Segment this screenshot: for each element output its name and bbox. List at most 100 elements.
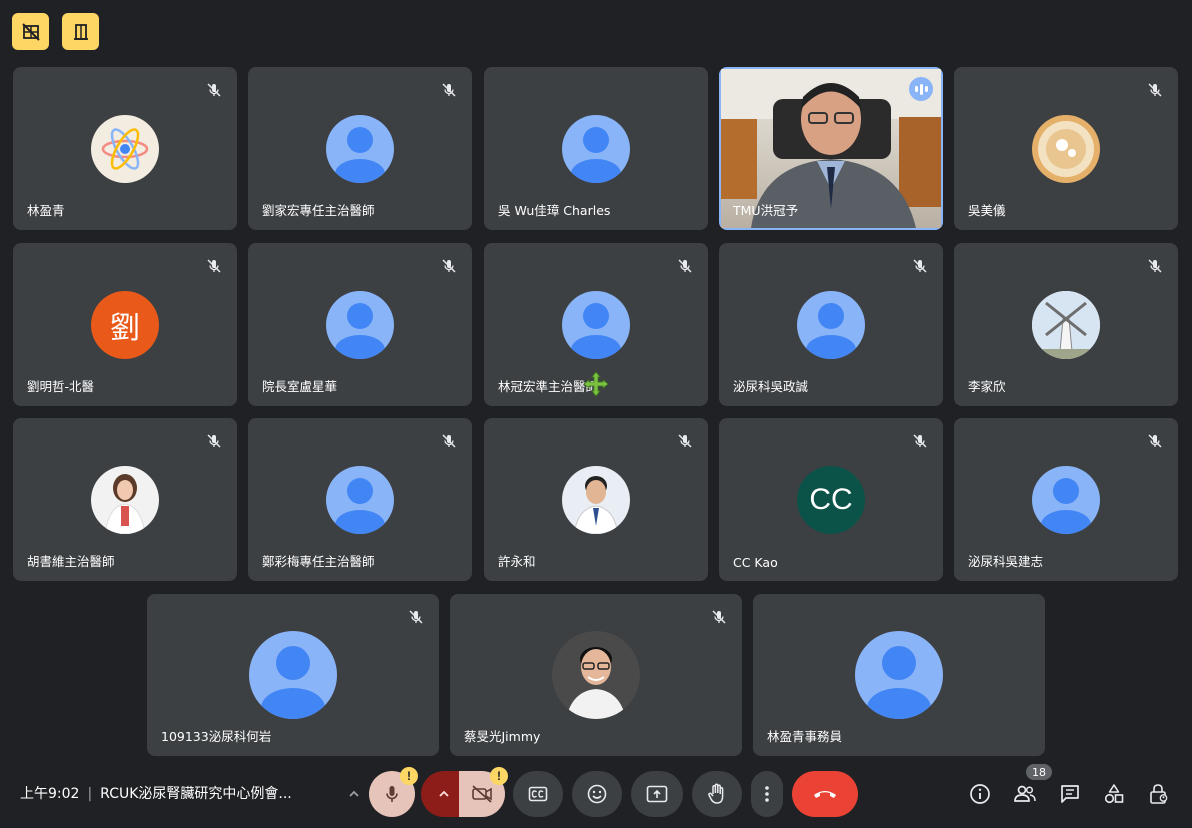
participant-tile[interactable]: 蔡旻光Jimmy: [450, 594, 742, 756]
participant-tile[interactable]: 林冠宏準主治醫師: [484, 243, 708, 406]
mic-off-icon: [438, 430, 460, 452]
people-icon: [1014, 785, 1036, 802]
chevron-up-icon: [439, 790, 449, 797]
participant-tile[interactable]: 胡書維主治醫師: [13, 418, 237, 581]
mic-off-icon: [909, 255, 931, 277]
default-avatar-icon: [326, 115, 394, 183]
participant-tile-active-speaker[interactable]: TMU洪冠予: [719, 67, 943, 230]
default-avatar-icon: [326, 466, 394, 534]
participant-tile[interactable]: 泌尿科吳政誠: [719, 243, 943, 406]
default-avatar-icon: [326, 291, 394, 359]
latte-avatar-icon: [1038, 121, 1094, 177]
default-avatar-icon: [855, 631, 943, 719]
avatar: [552, 631, 640, 719]
host-controls-button[interactable]: [1147, 782, 1171, 806]
avatar: [1032, 291, 1100, 359]
lock-person-icon: [1150, 784, 1168, 804]
letter-avatar: CC: [797, 466, 865, 534]
people-button[interactable]: [1013, 782, 1037, 806]
participant-name: 李家欣: [968, 379, 1006, 394]
participant-name: 院長室盧星華: [262, 379, 338, 394]
avatar: [91, 466, 159, 534]
letter-avatar: 劉: [91, 291, 159, 359]
hide-tiles-button[interactable]: [12, 13, 49, 50]
participant-name: 蔡旻光Jimmy: [464, 729, 541, 744]
meeting-title[interactable]: RCUK泌尿腎臟研究中心例會...: [100, 786, 292, 802]
mic-warning-badge: !: [400, 767, 418, 785]
participant-tile[interactable]: 吳 Wu佳璋 Charles: [484, 67, 708, 230]
avatar-initial: 劉: [110, 312, 140, 345]
door-icon: [73, 23, 88, 40]
default-avatar-icon: [1032, 466, 1100, 534]
participant-name: 鄭彩梅專任主治醫師: [262, 554, 375, 569]
separator: |: [87, 786, 93, 802]
participant-tile[interactable]: 劉家宏專任主治醫師: [248, 67, 472, 230]
move-cursor-icon: [583, 371, 609, 397]
participant-tile[interactable]: 泌尿科吳建志: [954, 418, 1178, 581]
chevron-up-icon: [349, 790, 359, 797]
mic-off-icon: [405, 606, 427, 628]
speaking-indicator-icon: [909, 77, 933, 101]
end-call-icon: [814, 791, 836, 798]
mic-off-icon: [1144, 255, 1166, 277]
present-screen-button[interactable]: [631, 771, 683, 817]
mic-off-icon: [438, 255, 460, 277]
hand-icon: [708, 783, 724, 804]
default-avatar-icon: [249, 631, 337, 719]
default-avatar-icon: [797, 291, 865, 359]
chat-icon: [1061, 785, 1079, 803]
participant-tile[interactable]: 院長室盧星華: [248, 243, 472, 406]
participant-tile[interactable]: 許永和: [484, 418, 708, 581]
leave-call-button[interactable]: [792, 771, 858, 817]
person-photo-icon: [573, 476, 619, 534]
more-vert-icon: [765, 786, 769, 802]
avatar: [1032, 115, 1100, 183]
participant-tile[interactable]: 鄭彩梅專任主治醫師: [248, 418, 472, 581]
participant-tile[interactable]: 吳美儀: [954, 67, 1178, 230]
meeting-time: 上午9:02: [20, 786, 80, 802]
mic-off-icon: [909, 430, 931, 452]
shapes-icon: [1104, 784, 1124, 804]
participant-tile[interactable]: 林盈青事務員: [753, 594, 1045, 756]
more-options-button[interactable]: [751, 771, 783, 817]
windmill-avatar-icon: [1032, 291, 1100, 359]
meeting-details-button[interactable]: [968, 782, 992, 806]
exit-door-button[interactable]: [62, 13, 99, 50]
captions-button[interactable]: [513, 771, 563, 817]
participant-name: 109133泌尿科何岩: [161, 729, 272, 744]
participant-name: 胡書維主治醫師: [27, 554, 115, 569]
participant-name: 泌尿科吳建志: [968, 554, 1044, 569]
chat-button[interactable]: [1058, 782, 1082, 806]
mic-off-icon: [203, 430, 225, 452]
activities-button[interactable]: [1102, 782, 1126, 806]
participant-tile[interactable]: CC CC Kao: [719, 418, 943, 581]
participant-name: 劉家宏專任主治醫師: [262, 203, 375, 218]
meeting-info: 上午9:02 | RCUK泌尿腎臟研究中心例會...: [20, 783, 292, 803]
participant-tile[interactable]: 109133泌尿科何岩: [147, 594, 439, 756]
audio-options-button[interactable]: [334, 771, 374, 817]
mic-off-icon: [203, 79, 225, 101]
participant-tile[interactable]: 李家欣: [954, 243, 1178, 406]
participant-name: 許永和: [498, 554, 536, 569]
present-screen-icon: [646, 785, 668, 803]
avatar: [562, 466, 630, 534]
mic-off-icon: [1144, 79, 1166, 101]
raise-hand-button[interactable]: [692, 771, 742, 817]
mic-off-icon: [438, 79, 460, 101]
participant-name: TMU洪冠予: [733, 203, 799, 218]
avatar: [91, 115, 159, 183]
avatar-initial: CC: [809, 483, 853, 516]
participant-tile[interactable]: 劉 劉明哲-北醫: [13, 243, 237, 406]
mic-off-icon: [708, 606, 730, 628]
reactions-button[interactable]: [572, 771, 622, 817]
person-photo-icon: [104, 474, 146, 534]
default-avatar-icon: [562, 115, 630, 183]
participant-name: 林盈青事務員: [767, 729, 843, 744]
microphone-icon: [386, 786, 398, 802]
participant-tile[interactable]: 林盈青: [13, 67, 237, 230]
participant-name: 劉明哲-北醫: [27, 379, 95, 394]
participant-name: 泌尿科吳政誠: [733, 379, 809, 394]
camera-off-icon: [472, 785, 492, 803]
default-avatar-icon: [562, 291, 630, 359]
mic-off-icon: [1144, 430, 1166, 452]
